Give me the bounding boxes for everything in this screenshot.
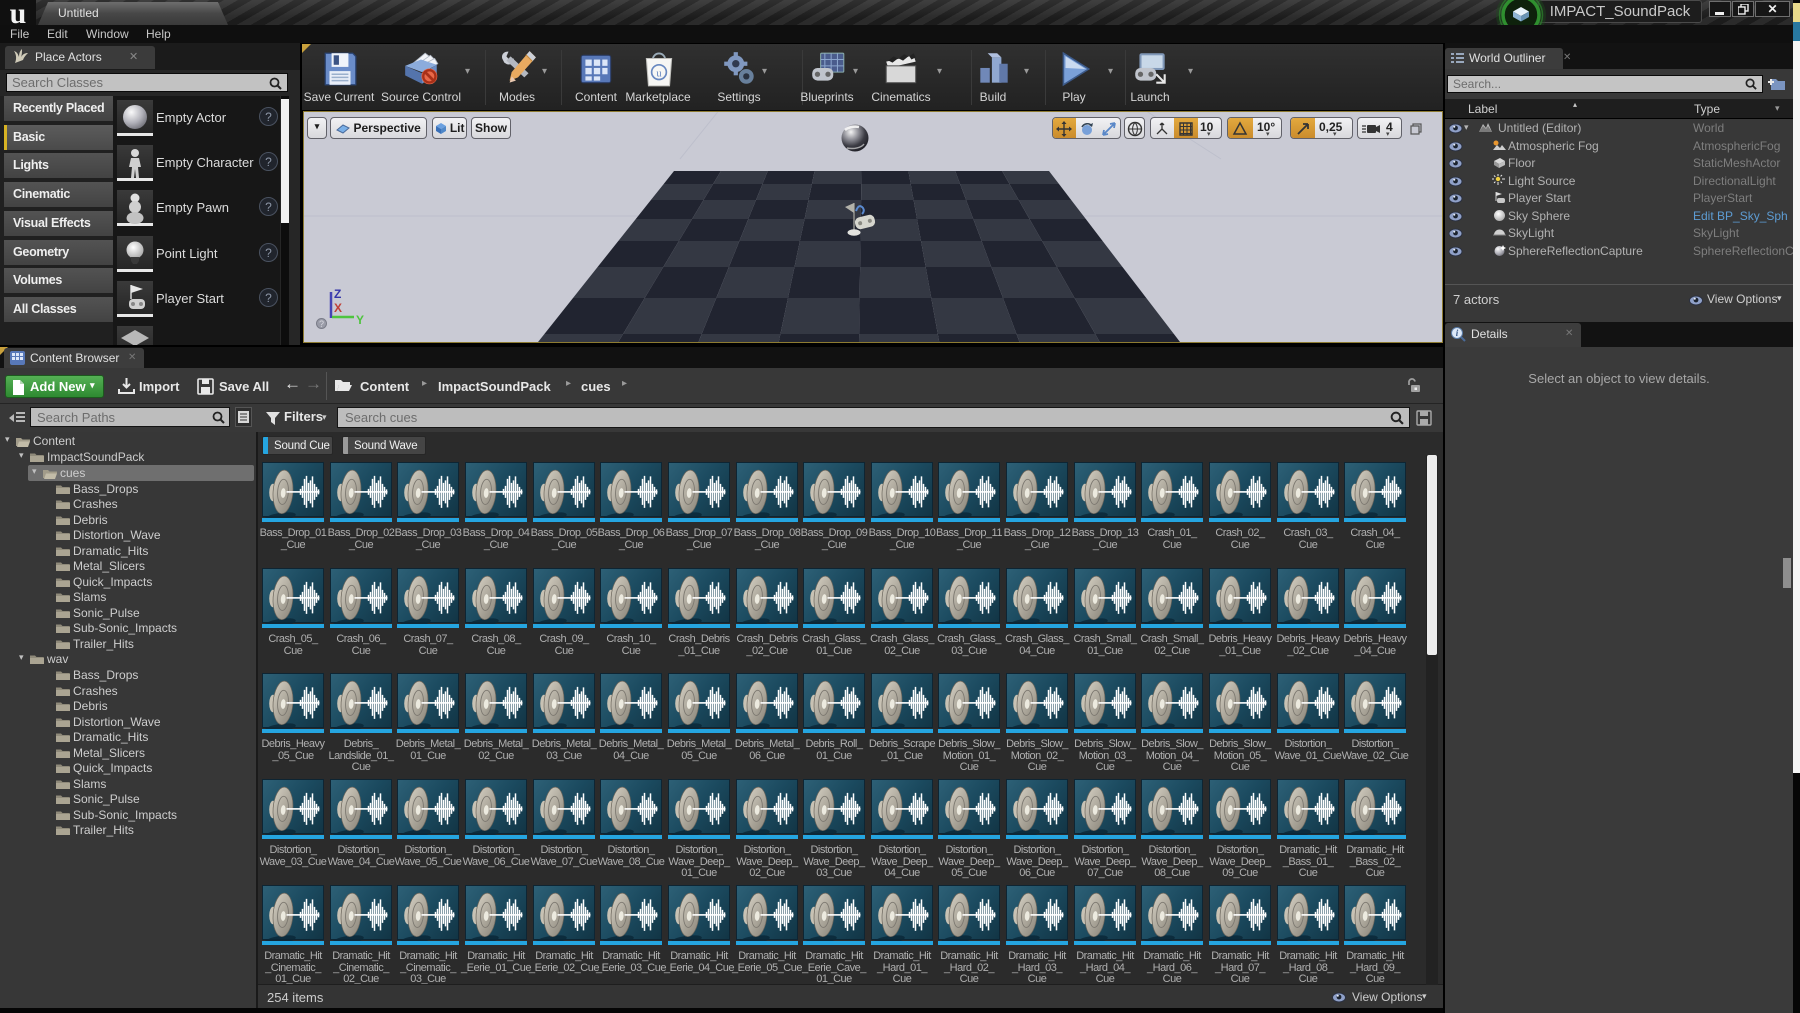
svg-text:X: X bbox=[334, 301, 342, 315]
svg-text:Z: Z bbox=[334, 287, 341, 301]
svg-text:Y: Y bbox=[356, 313, 364, 327]
